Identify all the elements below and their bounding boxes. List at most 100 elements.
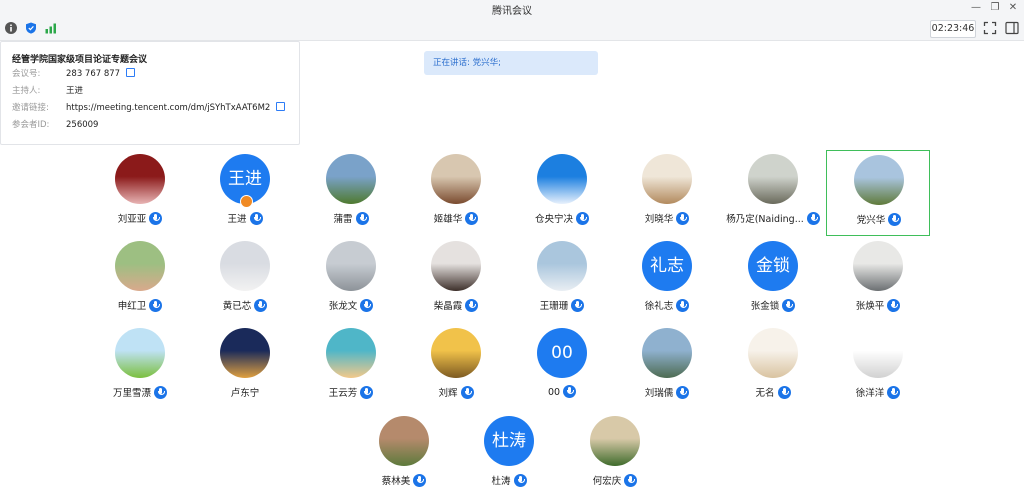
participant-name: 刘辉	[438, 388, 458, 399]
microphone-icon	[576, 212, 589, 225]
participant-tile[interactable]: 金锁 张金锁	[721, 237, 825, 323]
minimize-icon[interactable]: —	[969, 1, 983, 15]
meeting-title: 经管学院国家级项目论证专题会议	[12, 55, 148, 65]
participant-name-row: 杜涛	[457, 473, 561, 487]
participant-name-row: 卢东宁	[193, 385, 297, 399]
participant-tile[interactable]: 姬雄华	[404, 150, 508, 236]
participant-name: 00	[547, 387, 561, 398]
participant-tile[interactable]: 张焕平	[826, 237, 930, 323]
meeting-info-row: 参会者ID: 256009	[12, 118, 98, 130]
avatar	[748, 154, 798, 204]
participant-tile[interactable]: 申红卫	[88, 237, 192, 323]
participant-name: 蔡林美	[381, 476, 411, 487]
participant-name-row: 00	[510, 385, 614, 398]
microphone-icon	[154, 386, 167, 399]
avatar	[115, 154, 165, 204]
microphone-icon	[460, 386, 474, 399]
participant-name: 杨乃定(Naiding...	[726, 214, 804, 225]
meeting-info-row: 会议号: 283 767 877	[12, 67, 136, 79]
participant-name-row: 王云芳	[299, 385, 403, 399]
avatar	[431, 154, 481, 204]
participant-tile[interactable]: 徐洋洋	[826, 324, 930, 410]
participant-name-row: 无名	[721, 385, 825, 399]
participant-name-row: 姬雄华	[404, 211, 508, 225]
host-badge-icon	[240, 195, 253, 208]
microphone-icon	[413, 474, 427, 487]
participant-name: 无名	[755, 388, 775, 399]
signal-icon[interactable]	[45, 22, 57, 34]
participant-tile[interactable]: 万里雪漂	[88, 324, 192, 410]
participant-tile[interactable]: 王进 王进	[193, 150, 297, 236]
participant-tile[interactable]: 刘晓华	[615, 150, 719, 236]
microphone-icon	[355, 212, 369, 225]
avatar	[431, 328, 481, 378]
participant-tile[interactable]: 无名	[721, 324, 825, 410]
sidebar-toggle-icon[interactable]	[1005, 21, 1019, 35]
participant-name-row: 徐洋洋	[826, 385, 930, 399]
close-icon[interactable]: ✕	[1006, 1, 1020, 15]
participant-name-row: 刘辉	[404, 385, 508, 399]
participant-name: 王云芳	[328, 388, 358, 399]
copy-icon[interactable]	[126, 68, 136, 77]
fullscreen-icon[interactable]	[983, 21, 997, 35]
participant-tile[interactable]: 卢东宁	[193, 324, 297, 410]
copy-icon[interactable]	[276, 102, 286, 111]
microphone-icon	[676, 299, 690, 312]
participant-name: 何宏庆	[592, 476, 622, 487]
participant-tile[interactable]: 蒲雷	[299, 150, 403, 236]
participant-name: 刘瑞儒	[644, 388, 674, 399]
avatar	[379, 416, 429, 466]
participant-tile[interactable]: 黄已芯	[193, 237, 297, 323]
meeting-info-row: 邀请链接: https://meeting.tencent.com/dm/jSYh…	[12, 101, 286, 113]
participant-name: 蒲雷	[333, 214, 353, 225]
participant-tile[interactable]: 刘辉	[404, 324, 508, 410]
info-icon[interactable]	[5, 22, 17, 34]
microphone-icon	[149, 212, 163, 225]
avatar	[537, 154, 587, 204]
info-value: https://meeting.tencent.com/dm/jSYhTxAAT…	[66, 103, 271, 113]
avatar	[537, 241, 587, 291]
participant-tile[interactable]: 何宏庆	[563, 412, 667, 498]
participant-name: 刘亚亚	[117, 214, 147, 225]
participant-name: 张龙文	[328, 301, 358, 312]
participant-name-row: 党兴华	[827, 212, 931, 226]
participant-tile[interactable]: 仓央宁决	[510, 150, 614, 236]
participant-name: 王进	[227, 214, 247, 225]
participant-tile[interactable]: 礼志 徐礼志	[615, 237, 719, 323]
participant-tile[interactable]: 王云芳	[299, 324, 403, 410]
info-value: 283 767 877	[66, 69, 121, 79]
microphone-icon	[254, 299, 268, 312]
microphone-icon	[676, 212, 690, 225]
participant-tile[interactable]: 蔡林美	[352, 412, 456, 498]
participant-tile[interactable]: 刘亚亚	[88, 150, 192, 236]
participant-tile[interactable]: 张龙文	[299, 237, 403, 323]
microphone-icon	[563, 385, 577, 398]
avatar	[115, 241, 165, 291]
avatar	[642, 328, 692, 378]
participant-tile[interactable]: 刘瑞儒	[615, 324, 719, 410]
participant-tile[interactable]: 王珊珊	[510, 237, 614, 323]
shield-icon[interactable]	[25, 22, 37, 34]
participant-name: 刘晓华	[644, 214, 674, 225]
avatar	[642, 154, 692, 204]
participant-tile[interactable]: 00 00	[510, 324, 614, 410]
avatar	[590, 416, 640, 466]
participant-name-row: 仓央宁决	[510, 211, 614, 225]
participant-tile[interactable]: 党兴华	[826, 150, 930, 236]
participant-name-row: 徐礼志	[615, 298, 719, 312]
participant-tile[interactable]: 柴晶霞	[404, 237, 508, 323]
avatar	[115, 328, 165, 378]
participant-name: 党兴华	[856, 215, 886, 226]
participant-tile[interactable]: 杜涛 杜涛	[457, 412, 561, 498]
participant-name: 张焕平	[855, 301, 885, 312]
participant-tile[interactable]: 杨乃定(Naiding...	[721, 150, 825, 236]
restore-icon[interactable]: ❐	[988, 1, 1002, 15]
microphone-icon	[360, 299, 374, 312]
microphone-icon	[571, 299, 585, 312]
participant-name: 姬雄华	[433, 214, 463, 225]
info-value: 256009	[66, 120, 99, 130]
participant-name-row: 张龙文	[299, 298, 403, 312]
info-label: 会议号:	[12, 69, 41, 79]
participant-name-row: 张金锁	[721, 298, 825, 312]
participant-name-row: 王珊珊	[510, 298, 614, 312]
